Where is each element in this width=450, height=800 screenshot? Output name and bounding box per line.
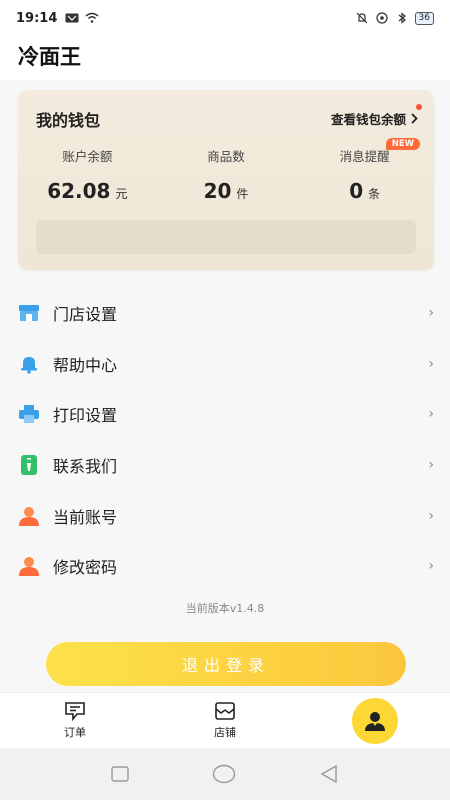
- recent-apps-icon[interactable]: [111, 766, 130, 782]
- shop-icon: [215, 702, 235, 720]
- menu-item-help-center[interactable]: 帮助中心 ›: [0, 339, 450, 390]
- stat-unit: 件: [236, 187, 249, 201]
- mute-icon: [356, 12, 367, 24]
- bottom-tab-bar: 订单 店铺: [0, 692, 450, 748]
- wallet-banner-placeholder: [36, 220, 416, 254]
- header: 冷面王: [0, 36, 450, 80]
- wallet-title: 我的钱包: [36, 111, 101, 130]
- chevron-right-icon: [411, 113, 418, 124]
- sync-icon: [375, 12, 388, 24]
- menu-item-label: 联系我们: [53, 457, 118, 477]
- view-balance-link[interactable]: 查看钱包余额: [331, 109, 418, 128]
- chevron-right-icon: ›: [428, 558, 434, 575]
- stat-value: 20: [203, 179, 232, 203]
- menu-item-contact-us[interactable]: 联系我们 ›: [0, 440, 450, 491]
- page-title: 冷面王: [18, 45, 81, 69]
- stat-unit: 条: [368, 187, 381, 201]
- profile-icon: [365, 711, 385, 731]
- menu-item-label: 帮助中心: [53, 355, 118, 375]
- tab-label: 店铺: [214, 726, 236, 739]
- settings-menu: 门店设置 › 帮助中心 › 打印设置 › 联系我们 › 当前账号 › 修改密码 …: [0, 288, 450, 592]
- tab-label: 订单: [64, 726, 86, 739]
- new-badge: NEW: [385, 138, 421, 150]
- system-nav-bar: [0, 748, 450, 800]
- bell-icon: [18, 353, 40, 375]
- chevron-right-icon: ›: [428, 507, 434, 524]
- notification-dot: [416, 104, 422, 110]
- tab-profile[interactable]: [300, 693, 450, 748]
- order-icon: [65, 702, 85, 721]
- menu-item-change-password[interactable]: 修改密码 ›: [0, 541, 450, 592]
- menu-item-label: 打印设置: [53, 406, 118, 426]
- home-icon[interactable]: [212, 764, 236, 784]
- wallet-card: 我的钱包 查看钱包余额 账户余额 62.08 元 商品数 20 件 消息提醒 N…: [18, 90, 434, 270]
- menu-item-label: 门店设置: [53, 305, 118, 325]
- status-bar: 19:14 36: [0, 0, 450, 36]
- menu-item-label: 修改密码: [53, 558, 118, 578]
- stat-products[interactable]: 商品数 20 件: [157, 146, 296, 203]
- user-icon: [18, 505, 40, 527]
- back-icon[interactable]: [319, 764, 339, 784]
- status-time: 19:14: [16, 10, 58, 26]
- stat-value: 0: [349, 179, 364, 203]
- wifi-icon: [85, 12, 99, 23]
- stat-label: 商品数: [207, 149, 245, 164]
- user-icon: [18, 555, 40, 577]
- menu-item-print-settings[interactable]: 打印设置 ›: [0, 389, 450, 440]
- logout-button[interactable]: 退出登录: [46, 642, 406, 686]
- chevron-right-icon: ›: [428, 355, 434, 372]
- chevron-right-icon: ›: [428, 457, 434, 474]
- tab-shop[interactable]: 店铺: [150, 693, 300, 748]
- battery-indicator: 36: [414, 11, 434, 25]
- stat-label: 账户余额: [62, 149, 113, 164]
- chevron-right-icon: ›: [428, 406, 434, 423]
- stat-balance[interactable]: 账户余额 62.08 元: [18, 146, 157, 203]
- stat-unit: 元: [115, 187, 128, 201]
- view-balance-label: 查看钱包余额: [330, 112, 406, 127]
- menu-item-label: 当前账号: [53, 507, 118, 527]
- phone-icon: [18, 454, 40, 476]
- wallet-stats: 账户余额 62.08 元 商品数 20 件 消息提醒 NEW 0 条: [18, 138, 434, 203]
- menu-item-store-settings[interactable]: 门店设置 ›: [0, 288, 450, 339]
- printer-icon: [18, 403, 40, 425]
- app-version: 当前版本v1.4.8: [185, 602, 265, 615]
- menu-item-current-account[interactable]: 当前账号 ›: [0, 490, 450, 541]
- tab-orders[interactable]: 订单: [0, 693, 150, 748]
- stat-value: 62.08: [47, 179, 111, 203]
- chevron-right-icon: ›: [428, 305, 434, 322]
- message-icon: [65, 13, 79, 23]
- profile-tab-button: [352, 697, 398, 744]
- store-icon: [18, 302, 40, 324]
- bluetooth-icon: [398, 12, 406, 24]
- stat-messages[interactable]: 消息提醒 NEW 0 条: [295, 138, 434, 203]
